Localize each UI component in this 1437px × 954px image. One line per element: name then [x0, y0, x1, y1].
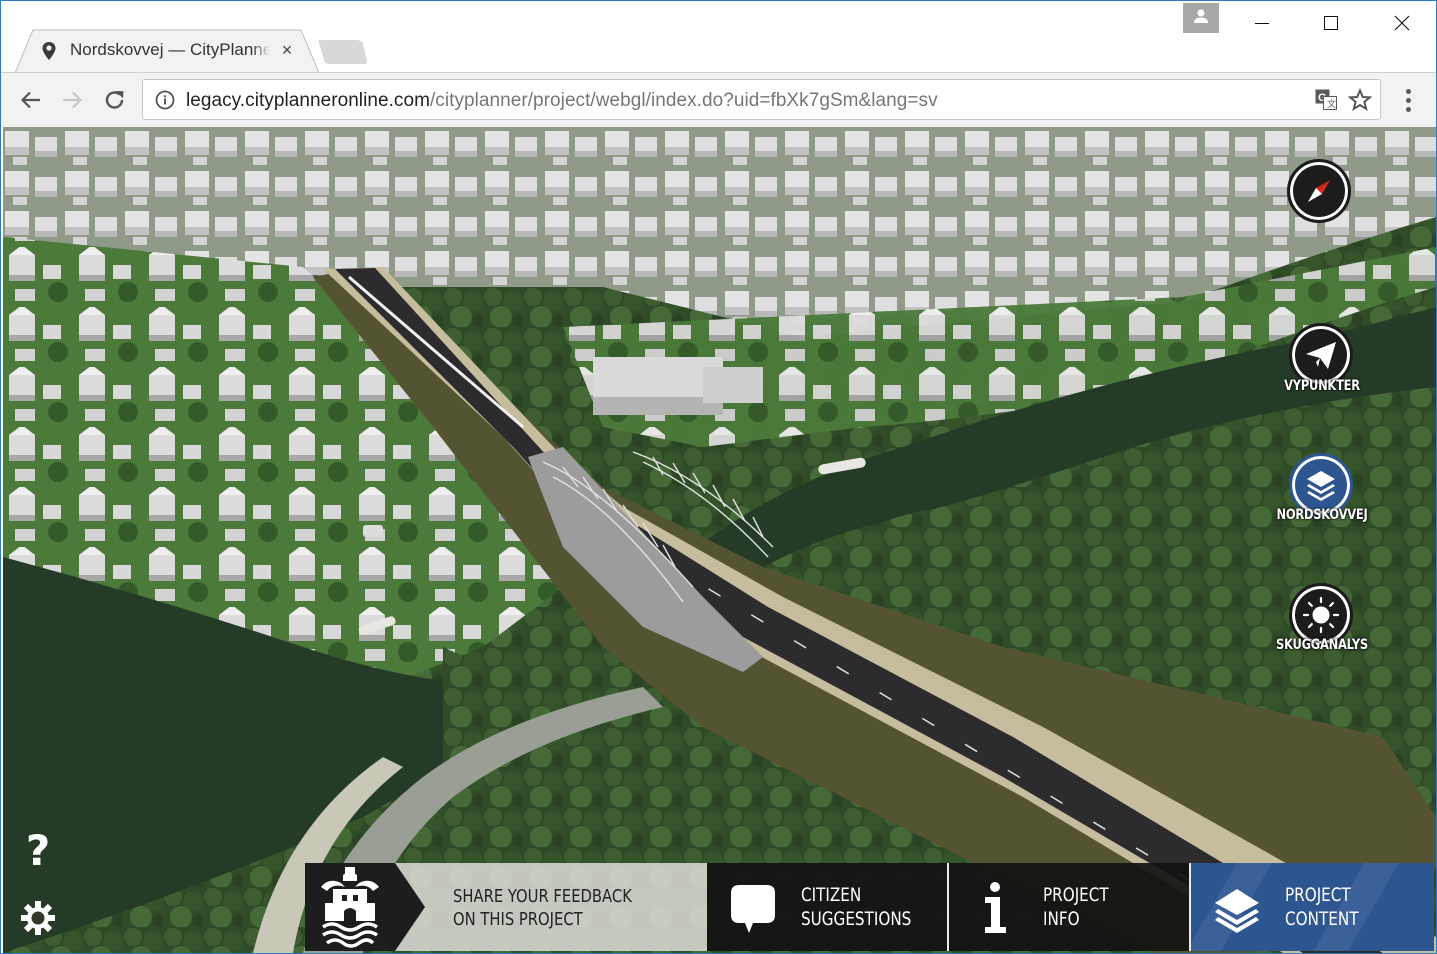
- title-bar: Nordskovvej — CityPlanner ×: [1, 1, 1436, 73]
- close-window-button[interactable]: [1379, 1, 1425, 45]
- menu-dot: [1405, 88, 1411, 94]
- star-icon[interactable]: [1348, 88, 1372, 112]
- translate-icon[interactable]: G 文: [1315, 89, 1337, 111]
- city-3d-scene: [3, 127, 1436, 953]
- address-bar[interactable]: legacy.cityplanneronline.com/cityplanner…: [142, 79, 1381, 120]
- label-line1: PROJECT: [1043, 884, 1109, 906]
- feedback-line2: ON THIS PROJECT: [453, 909, 583, 930]
- project-info-label: PROJECT INFO: [1043, 883, 1109, 931]
- person-icon: [1194, 9, 1208, 23]
- site-info-icon[interactable]: [155, 90, 175, 110]
- feedback-line1: SHARE YOUR FEEDBACK: [453, 886, 632, 907]
- citizen-suggestions-label: CITIZEN SUGGESTIONS: [801, 883, 911, 931]
- label-line2: SUGGESTIONS: [801, 908, 912, 930]
- project-content-label: PROJECT CONTENT: [1285, 883, 1359, 931]
- minimize-icon: [1255, 23, 1269, 24]
- forward-arrow-icon: [63, 91, 83, 109]
- url-path: /cityplanner/project/webgl/index.do?uid=…: [429, 90, 938, 111]
- project-content-button[interactable]: PROJECT CONTENT: [1191, 863, 1434, 951]
- paper-plane-icon: [1306, 342, 1336, 369]
- feedback-text: SHARE YOUR FEEDBACK ON THIS PROJECT: [453, 885, 632, 931]
- info-icon: [985, 882, 1006, 933]
- label-line1: CITIZEN: [801, 884, 862, 906]
- new-tab-button[interactable]: [317, 39, 369, 65]
- building: [703, 367, 763, 403]
- browser-toolbar: legacy.cityplanneronline.com/cityplanner…: [1, 72, 1436, 127]
- help-button[interactable]: ?: [21, 827, 55, 875]
- map-pin-icon: [42, 42, 56, 60]
- tab-title: Nordskovvej — CityPlanner: [70, 40, 270, 60]
- compass-icon: [1308, 180, 1330, 202]
- share-feedback-button[interactable]: SHARE YOUR FEEDBACK ON THIS PROJECT: [305, 863, 707, 951]
- layers-icon: [1215, 889, 1259, 933]
- label-line2: INFO: [1043, 908, 1080, 930]
- browser-window: Nordskovvej — CityPlanner × legacy.cityp…: [0, 0, 1437, 954]
- webgl-3d-viewport[interactable]: VYPUNKTER NORDSKOVVEJ SKUGGANALYS ?: [3, 127, 1436, 953]
- gear-icon: [21, 901, 55, 935]
- citizen-suggestions-button[interactable]: CITIZEN SUGGESTIONS: [707, 863, 949, 951]
- svg-text:文: 文: [1327, 98, 1336, 109]
- url-text[interactable]: legacy.cityplanneronline.com/cityplanner…: [186, 90, 938, 112]
- menu-dot: [1405, 106, 1411, 112]
- minimize-button[interactable]: [1239, 1, 1285, 45]
- speech-bubble-icon: [731, 885, 775, 933]
- layers-icon: [1307, 471, 1335, 501]
- label-line1: PROJECT: [1285, 884, 1351, 906]
- municipality-crest-icon: [321, 867, 379, 948]
- url-host: legacy.cityplanneronline.com: [186, 90, 430, 111]
- reload-icon: [105, 91, 124, 109]
- label-line2: CONTENT: [1285, 908, 1359, 930]
- close-icon: [1394, 15, 1410, 31]
- settings-button[interactable]: [19, 899, 57, 937]
- back-button[interactable]: [16, 85, 46, 115]
- reload-button[interactable]: [100, 85, 130, 115]
- boat: [363, 525, 383, 537]
- shadow-analysis-label: SKUGGANALYS: [1276, 637, 1368, 653]
- maximize-icon: [1324, 16, 1338, 30]
- menu-dot: [1405, 97, 1411, 103]
- back-arrow-icon: [20, 91, 40, 109]
- sun-icon: [1302, 596, 1340, 634]
- forward-button[interactable]: [57, 85, 87, 115]
- chevron-arrow: [395, 863, 425, 951]
- maximize-button[interactable]: [1308, 1, 1354, 45]
- browser-tab[interactable]: Nordskovvej — CityPlanner ×: [15, 29, 320, 73]
- bottom-action-bar: SHARE YOUR FEEDBACK ON THIS PROJECT CITI…: [305, 863, 1436, 951]
- crest-panel: [305, 863, 395, 951]
- tab-close-button[interactable]: ×: [278, 39, 296, 61]
- viewpoints-label: VYPUNKTER: [1284, 378, 1360, 394]
- project-info-button[interactable]: PROJECT INFO: [949, 863, 1191, 951]
- compass-button[interactable]: [1287, 159, 1351, 223]
- profile-button[interactable]: [1183, 3, 1219, 33]
- browser-menu-button[interactable]: [1396, 85, 1420, 115]
- nordskovvej-label: NORDSKOVVEJ: [1276, 507, 1368, 523]
